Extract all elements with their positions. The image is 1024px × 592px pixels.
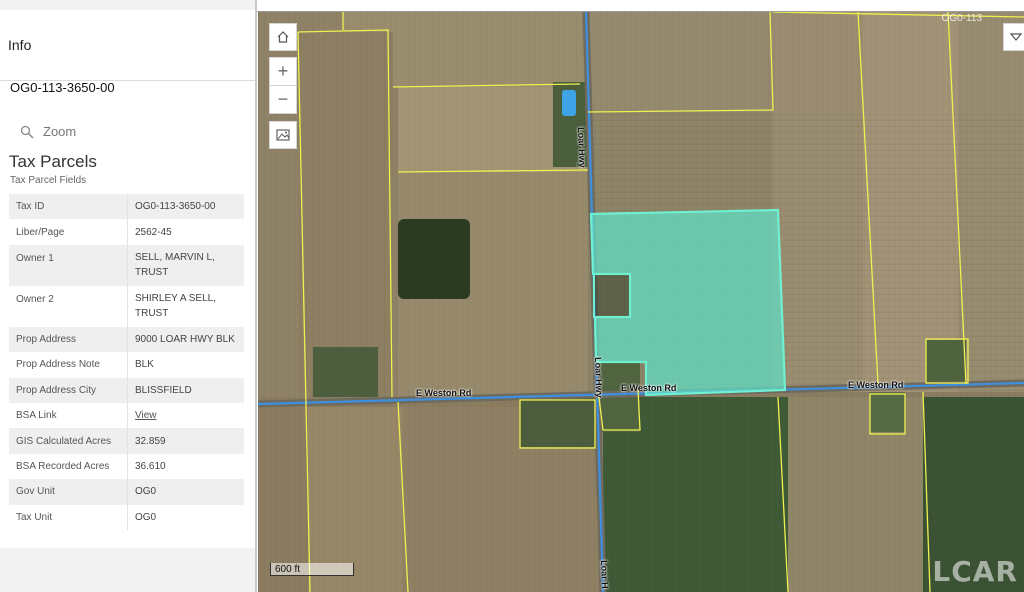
- field-key: BSA Link: [9, 402, 128, 429]
- table-row: BSA Recorded Acres 36.610: [9, 453, 244, 480]
- bsa-view-link[interactable]: View: [135, 410, 157, 421]
- plus-icon: +: [277, 61, 289, 81]
- scale-bar: 600 ft: [270, 563, 354, 576]
- field-key: Tax Unit: [9, 504, 128, 530]
- field-key: Prop Address Note: [9, 352, 128, 378]
- field-value: 2562-45: [135, 226, 172, 238]
- field: [258, 397, 1024, 592]
- woodlot: [398, 219, 470, 299]
- image-icon: [276, 129, 290, 141]
- minus-icon: −: [277, 89, 289, 109]
- zoom-label: Zoom: [43, 124, 77, 139]
- search-icon: [20, 125, 34, 139]
- panel-title: Info: [8, 37, 32, 53]
- table-row: Tax ID OG0-113-3650-00: [9, 194, 244, 220]
- home-icon: [277, 31, 289, 43]
- table-row: Owner 2 SHIRLEY A SELL, TRUST: [9, 285, 244, 327]
- field-value: BLISSFIELD: [135, 384, 192, 396]
- info-panel: Info OG0-113-3650-00 Zoom Tax Parcels Ta…: [0, 0, 257, 592]
- feature-title: OG0-113-3650-00: [10, 80, 115, 95]
- table-row: GIS Calculated Acres 32.859: [9, 428, 244, 454]
- field-value: View: [128, 403, 245, 428]
- pond: [562, 90, 576, 116]
- field-value: OG0-113-3650-00: [135, 201, 216, 213]
- map-view[interactable]: Loar Hwy Loar Hwy Loar H E Weston Rd E W…: [258, 12, 1024, 592]
- field-key: Owner 2: [9, 285, 128, 327]
- farmstead: [926, 340, 966, 382]
- field-key: Liber/Page: [9, 219, 128, 245]
- chevron-down-icon: [1010, 33, 1022, 41]
- attribute-table: Tax ID OG0-113-3650-00 Liber/Page 2562-45 …: [9, 194, 244, 530]
- road-label: Loar H: [599, 560, 610, 589]
- field-value: OG0: [135, 511, 157, 523]
- zoom-in-button[interactable]: +: [269, 57, 297, 86]
- table-row: Prop Address Note BLK: [9, 352, 244, 378]
- field-key: Tax ID: [9, 194, 128, 220]
- aerial-imagery: [258, 12, 1024, 592]
- field-value: OG0: [135, 486, 157, 498]
- table-row: Prop Address 9000 LOAR HWY BLK: [9, 326, 244, 353]
- field-value: SHIRLEY A SELL, TRUST: [135, 293, 216, 320]
- field-key: Gov Unit: [9, 479, 128, 505]
- field-value: SELL, MARVIN L, TRUST: [135, 252, 215, 279]
- scale-label: 600 ft: [275, 564, 301, 575]
- table-row: Prop Address City BLISSFIELD: [9, 377, 244, 403]
- road-label: Loar Hwy: [593, 357, 605, 398]
- table-row: Tax Unit OG0: [9, 504, 244, 530]
- road-label: E Weston Rd: [848, 380, 904, 390]
- road-label: E Weston Rd: [416, 388, 472, 398]
- table-row: Gov Unit OG0: [9, 479, 244, 505]
- field-key: Owner 1: [9, 244, 128, 286]
- zoom-to-button[interactable]: Zoom: [20, 124, 76, 139]
- layer-title: Tax Parcels: [9, 152, 97, 171]
- field-key: GIS Calculated Acres: [9, 428, 128, 454]
- farmstead: [313, 347, 378, 397]
- road-label: Loar Hwy: [576, 127, 588, 168]
- field-key: Prop Address City: [9, 377, 128, 403]
- road-label: E Weston Rd: [621, 383, 677, 393]
- farmstead: [870, 392, 905, 432]
- layer-subtitle: Tax Parcel Fields: [10, 175, 87, 186]
- field-key: BSA Recorded Acres: [9, 453, 128, 480]
- table-row: Liber/Page 2562-45: [9, 219, 244, 245]
- field-value: 32.859: [135, 435, 166, 447]
- panel-header: Info: [0, 10, 255, 81]
- home-button[interactable]: [269, 23, 297, 51]
- map-top-strip: [257, 0, 1024, 12]
- menu-toggle-button[interactable]: [1003, 23, 1024, 51]
- field-value: 36.610: [135, 460, 166, 472]
- selected-parcel-inset: [593, 273, 631, 318]
- table-row: Owner 1 SELL, MARVIN L, TRUST: [9, 244, 244, 286]
- zoom-out-button[interactable]: −: [269, 85, 297, 114]
- field-value: 9000 LOAR HWY BLK: [135, 333, 235, 345]
- table-row: BSA Link View: [9, 402, 245, 429]
- field-value: BLK: [135, 359, 154, 371]
- map-corner-label: OG0-113: [941, 13, 982, 24]
- basemap-button[interactable]: [269, 121, 297, 149]
- lcar-watermark: LCAR: [932, 555, 1018, 588]
- farmstead: [520, 397, 595, 447]
- field-key: Prop Address: [9, 326, 128, 353]
